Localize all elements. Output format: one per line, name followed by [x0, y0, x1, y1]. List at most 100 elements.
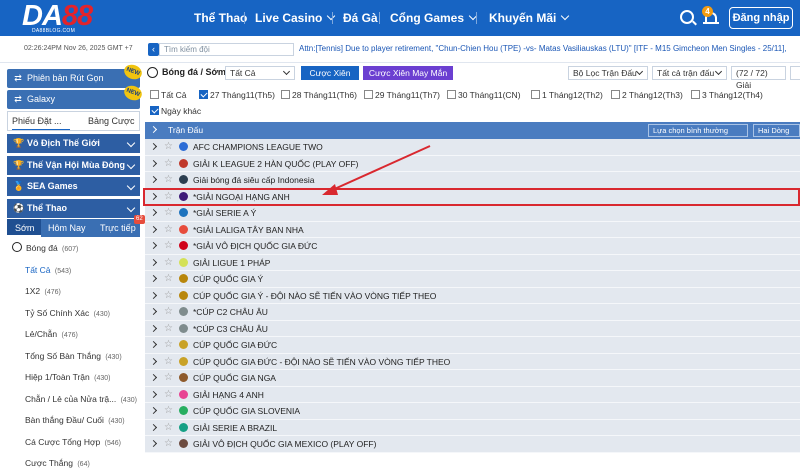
section-sports[interactable]: ⚽ Thể Thao [7, 199, 140, 218]
table-row[interactable]: ☆ CÚP QUỐC GIA ĐỨC - ĐỘI NÀO SẼ TIẾN VÀO … [145, 353, 800, 370]
list-item[interactable]: 1X2 (476) [7, 281, 140, 303]
section-winter-olympics[interactable]: 🏆 Thế Vận Hội Mùa Đông [7, 156, 140, 175]
logo[interactable]: DA88 DA88BLOG.COM [22, 1, 126, 35]
chevron-right-icon[interactable] [149, 423, 158, 431]
star-icon[interactable]: ☆ [164, 157, 173, 171]
date-checkbox[interactable]: 1 Tháng12(Th2) [531, 88, 603, 102]
table-row[interactable]: ☆ CÚP QUỐC GIA SLOVENIA [145, 403, 800, 420]
tab-early[interactable]: Sớm [7, 219, 41, 237]
quick-version-button[interactable]: ⇄ Phiên bản Rút Gọn NEW [7, 62, 144, 88]
lucky-parlay-button[interactable]: Cược Xiên May Mắn [363, 66, 453, 80]
login-button[interactable]: Đăng nhập [729, 7, 793, 29]
chevron-right-icon[interactable] [149, 307, 158, 316]
list-item[interactable]: Bàn thắng Đầu/ Cuối (430) [7, 410, 140, 432]
table-row[interactable]: ☆ GIẢI HẠNG 4 ANH [145, 386, 800, 403]
list-item[interactable]: Tất Cả (543) [7, 260, 140, 282]
checkbox-checked[interactable] [199, 90, 208, 99]
checkbox[interactable] [150, 90, 159, 99]
table-row[interactable]: ☆ AFC CHAMPIONS LEAGUE TWO [145, 139, 800, 156]
table-row[interactable]: ☆ GIẢI K LEAGUE 2 HÀN QUỐC (PLAY OFF) [145, 155, 800, 172]
chevron-right-icon[interactable] [149, 324, 158, 332]
nav-promotions[interactable]: Khuyến Mãi [489, 0, 570, 36]
checkbox[interactable] [691, 90, 700, 99]
star-icon[interactable]: ☆ [164, 322, 173, 336]
sort-select[interactable]: Lựa chọn bình thường [648, 124, 748, 137]
refresh-button[interactable] [790, 66, 800, 80]
star-icon[interactable]: ☆ [164, 140, 173, 154]
date-checkbox[interactable]: 28 Tháng11(Th6) [281, 88, 357, 102]
chevron-right-icon[interactable] [149, 373, 158, 382]
date-checkbox[interactable]: Ngày khác [150, 104, 201, 118]
list-item[interactable]: Hiệp 1/Toàn Trận (430) [7, 367, 140, 389]
league-count-button[interactable]: (72 / 72) Giải [731, 66, 786, 90]
list-item[interactable]: Tỷ Số Chính Xác (430) [7, 303, 140, 325]
star-icon[interactable]: ☆ [164, 437, 173, 451]
search-icon[interactable] [680, 10, 694, 24]
chevron-right-icon[interactable] [149, 258, 158, 266]
star-icon[interactable]: ☆ [164, 355, 173, 369]
table-row[interactable]: ☆ *CÚP C2 CHÂU ÂU [145, 304, 800, 321]
chevron-right-icon[interactable] [149, 225, 158, 233]
nav-games[interactable]: Cổng Games [390, 0, 478, 36]
chevron-right-icon[interactable] [149, 175, 158, 184]
list-item[interactable]: Tổng Số Bàn Thắng (430) [7, 346, 140, 368]
match-filter-select[interactable]: Bộ Lọc Trận Đấu [568, 66, 648, 80]
list-item[interactable]: Chẵn / Lẻ của Nửa trậ... (430) [7, 389, 140, 411]
chevron-right-icon[interactable] [149, 159, 158, 167]
table-row[interactable]: ☆ *GIẢI VÔ ĐỊCH QUỐC GIA ĐỨC [145, 238, 800, 255]
table-row[interactable]: ☆ GIẢI SERIE A BRAZIL [145, 419, 800, 436]
table-row[interactable]: ☆ CÚP QUỐC GIA ĐỨC [145, 337, 800, 354]
nav-cockfight[interactable]: Đá Gà [343, 0, 378, 36]
table-row[interactable]: ☆ GIẢI LIGUE 1 PHÁP [145, 254, 800, 271]
checkbox[interactable] [281, 90, 290, 99]
parlay-button[interactable]: Cược Xiên [301, 66, 359, 80]
star-icon[interactable]: ☆ [164, 371, 173, 385]
star-icon[interactable]: ☆ [164, 272, 173, 286]
checkbox[interactable] [364, 90, 373, 99]
team-search-input[interactable]: Tìm kiếm đội [159, 43, 294, 56]
chevron-right-icon[interactable] [149, 291, 158, 299]
star-icon[interactable]: ☆ [164, 305, 173, 319]
all-matches-select[interactable]: Tất cả trận đấu [652, 66, 727, 80]
star-icon[interactable]: ☆ [164, 223, 173, 237]
checkbox[interactable] [447, 90, 456, 99]
table-row[interactable]: ☆ *GIẢI SERIE A Ý [145, 205, 800, 222]
tab-bet-list[interactable]: Bảng Cược [88, 112, 134, 130]
table-row[interactable]: ☆ *CÚP C3 CHÂU ÂU [145, 320, 800, 337]
star-icon[interactable]: ☆ [164, 421, 173, 435]
table-row[interactable]: ☆ GIẢI VÔ ĐỊCH QUỐC GIA MEXICO (PLAY OFF) [145, 436, 800, 453]
chevron-right-icon[interactable] [149, 406, 158, 415]
collapse-sidebar-button[interactable]: ‹ [148, 43, 159, 56]
list-item[interactable]: Cược Thắng (64) [7, 453, 140, 475]
chevron-right-icon[interactable] [149, 340, 158, 349]
star-icon[interactable]: ☆ [164, 289, 173, 303]
star-icon[interactable]: ☆ [164, 338, 173, 352]
tab-live[interactable]: Trực tiếp [100, 219, 136, 237]
date-checkbox[interactable]: 3 Tháng12(Th4) [691, 88, 763, 102]
star-icon[interactable]: ☆ [164, 404, 173, 418]
star-icon[interactable]: ☆ [164, 388, 173, 402]
table-row[interactable]: ☆ Giải bóng đá siêu cấp Indonesia [145, 172, 800, 189]
date-checkbox[interactable]: Tất Cả [150, 88, 187, 102]
chevron-right-icon[interactable] [149, 357, 158, 365]
section-world-cup[interactable]: 🏆 Vô Địch Thế Giới [7, 134, 140, 153]
star-icon[interactable]: ☆ [164, 206, 173, 220]
date-checkbox[interactable]: 29 Tháng11(Th7) [364, 88, 440, 102]
table-row[interactable]: ☆ CÚP QUỐC GIA NGA [145, 370, 800, 387]
table-row[interactable]: ☆ *GIẢI LALIGA TÂY BAN NHA [145, 221, 800, 238]
chevron-right-icon[interactable] [149, 274, 158, 283]
table-row[interactable]: ☆ CÚP QUỐC GIA Ý - ĐỘI NÀO SẼ TIẾN VÀO VÒ… [145, 287, 800, 304]
date-checkbox[interactable]: 30 Tháng11(CN) [447, 88, 521, 102]
table-row[interactable]: ☆ CÚP QUỐC GIA Ý [145, 271, 800, 288]
section-sea-games[interactable]: 🏅 SEA Games [7, 177, 140, 196]
tab-today[interactable]: Hôm Nay [48, 219, 86, 237]
checkbox-checked[interactable] [150, 106, 159, 115]
nav-live-casino[interactable]: Live Casino [255, 0, 336, 36]
date-checkbox[interactable]: 2 Tháng12(Th3) [611, 88, 683, 102]
star-icon[interactable]: ☆ [164, 239, 173, 253]
star-icon[interactable]: ☆ [164, 173, 173, 187]
market-select[interactable]: Tất Cả [225, 66, 295, 80]
list-item[interactable]: Lẻ/Chẵn (476) [7, 324, 140, 346]
chevron-right-icon[interactable] [149, 241, 158, 250]
tab-betslip[interactable]: Phiếu Đặt ... [12, 112, 70, 130]
